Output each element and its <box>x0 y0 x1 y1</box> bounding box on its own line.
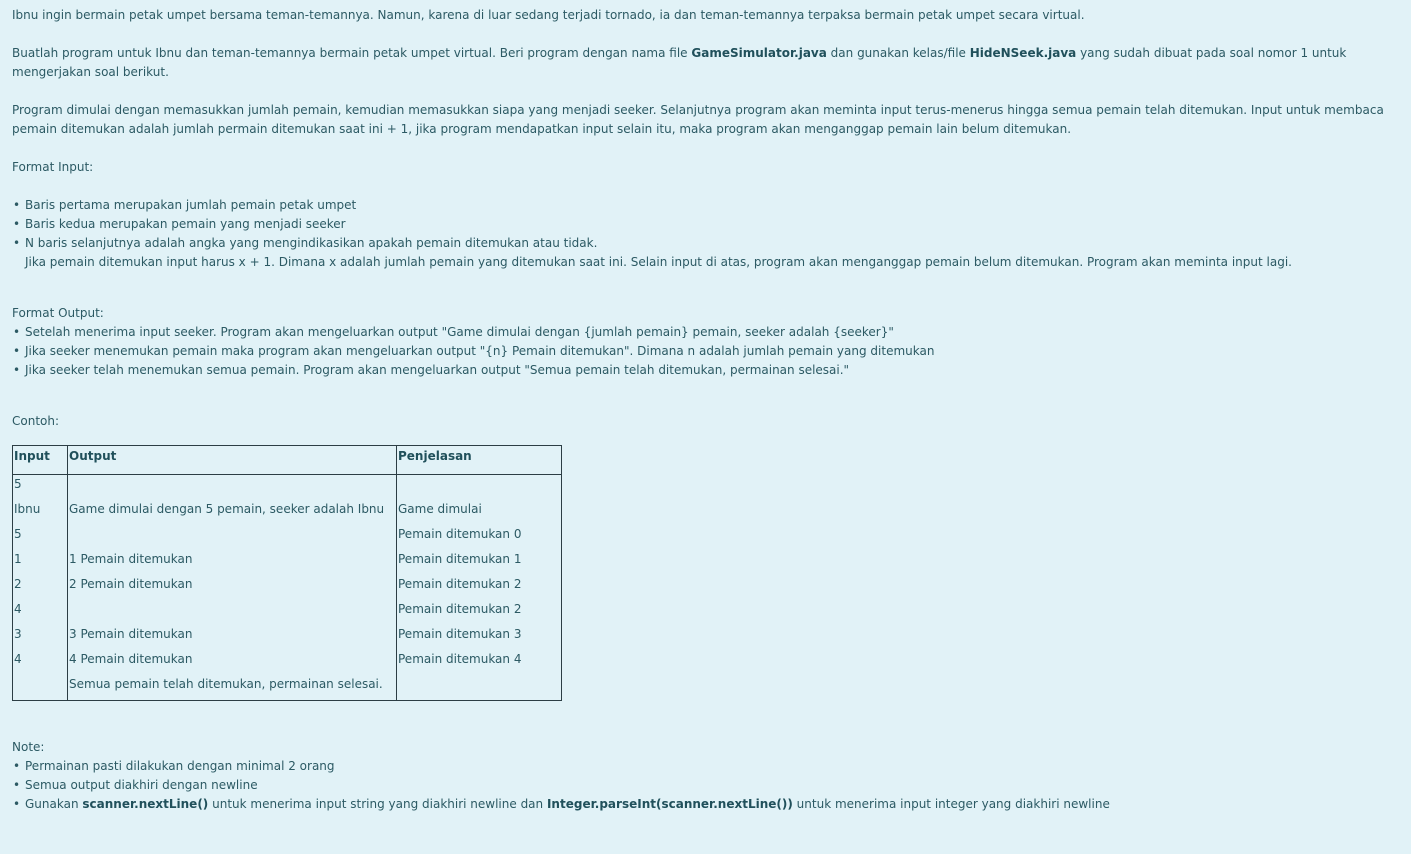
format-output-item: Jika seeker menemukan pemain maka progra… <box>12 342 1399 361</box>
input-line <box>14 675 66 700</box>
explanation-line <box>398 475 560 500</box>
format-output-item: Setelah menerima input seeker. Program a… <box>12 323 1399 342</box>
input-cell: 5 Ibnu 5 1 2 4 3 4 <box>12 474 68 701</box>
column-header-explanation: Penjelasan <box>396 445 562 475</box>
output-line: 4 Pemain ditemukan <box>69 652 193 666</box>
format-input-item: Baris pertama merupakan jumlah pemain pe… <box>12 196 1399 215</box>
table-header-row: Input Output Penjelasan <box>12 445 562 475</box>
intro-paragraph-2: Buatlah program untuk Ibnu dan teman-tem… <box>12 44 1399 82</box>
explanation-line: Pemain ditemukan 0 <box>398 527 522 541</box>
input-line: 3 <box>14 627 22 641</box>
code-parseint: Integer.parseInt(scanner.nextLine()) <box>546 797 793 811</box>
note-heading: Note: <box>12 740 45 754</box>
output-line: Semua pemain telah ditemukan, permainan … <box>69 677 383 691</box>
column-header-output: Output <box>67 445 397 475</box>
note-item3-pre: Gunakan <box>25 797 83 811</box>
format-output-item: Jika seeker telah menemukan semua pemain… <box>12 361 1399 380</box>
explanation-line <box>398 675 560 700</box>
explanation-line: Game dimulai <box>398 502 482 516</box>
explanation-line: Pemain ditemukan 2 <box>398 602 522 616</box>
format-input-item: N baris selanjutnya adalah angka yang me… <box>12 234 1399 253</box>
explanation-line: Pemain ditemukan 3 <box>398 627 522 641</box>
note-item3-post: untuk menerima input integer yang diakhi… <box>792 797 1110 811</box>
column-header-input: Input <box>12 445 68 475</box>
filename-gamesimulator: GameSimulator.java <box>691 46 827 60</box>
format-output-list: Setelah menerima input seeker. Program a… <box>12 323 1399 380</box>
explanation-line: Pemain ditemukan 1 <box>398 552 522 566</box>
input-line: Ibnu <box>14 502 41 516</box>
intro-paragraph-3: Program dimulai dengan memasukkan jumlah… <box>12 103 1384 136</box>
input-line: 4 <box>14 602 22 616</box>
intro-p2-mid: dan gunakan kelas/file <box>826 46 970 60</box>
format-input-heading: Format Input: <box>12 160 94 174</box>
input-line: 1 <box>14 552 22 566</box>
input-line: 2 <box>14 577 22 591</box>
output-line: 2 Pemain ditemukan <box>69 577 193 591</box>
note-item: Gunakan scanner.nextLine() untuk menerim… <box>12 795 1399 814</box>
note-list: Permainan pasti dilakukan dengan minimal… <box>12 757 1399 814</box>
output-line: 1 Pemain ditemukan <box>69 552 193 566</box>
format-input-continuation: Jika pemain ditemukan input harus x + 1.… <box>25 255 1292 269</box>
table-row: 5 Ibnu 5 1 2 4 3 4 Game dimulai dengan 5… <box>12 474 562 701</box>
intro-paragraph-1: Ibnu ingin bermain petak umpet bersama t… <box>12 8 1085 22</box>
output-cell: Game dimulai dengan 5 pemain, seeker ada… <box>67 474 397 701</box>
output-line: Game dimulai dengan 5 pemain, seeker ada… <box>69 502 385 516</box>
format-output-heading: Format Output: <box>12 306 104 320</box>
explanation-cell: Game dimulai Pemain ditemukan 0 Pemain d… <box>396 474 562 701</box>
example-table: Input Output Penjelasan 5 Ibnu 5 1 2 4 3… <box>12 445 562 701</box>
code-nextline: scanner.nextLine() <box>82 797 209 811</box>
note-item3-mid: untuk menerima input string yang diakhir… <box>208 797 547 811</box>
explanation-line: Pemain ditemukan 4 <box>398 652 522 666</box>
note-item: Semua output diakhiri dengan newline <box>12 776 1399 795</box>
format-input-list: Baris pertama merupakan jumlah pemain pe… <box>12 196 1399 253</box>
example-heading: Contoh: <box>12 414 60 428</box>
note-item: Permainan pasti dilakukan dengan minimal… <box>12 757 1399 776</box>
input-line: 5 <box>14 527 22 541</box>
input-line: 5 <box>14 477 22 491</box>
input-line: 4 <box>14 652 22 666</box>
output-line: 3 Pemain ditemukan <box>69 627 193 641</box>
explanation-line: Pemain ditemukan 2 <box>398 577 522 591</box>
filename-hidenseek: HideNSeek.java <box>969 46 1077 60</box>
problem-statement: Ibnu ingin bermain petak umpet bersama t… <box>0 0 1411 814</box>
intro-p2-before: Buatlah program untuk Ibnu dan teman-tem… <box>12 46 692 60</box>
format-input-item: Baris kedua merupakan pemain yang menjad… <box>12 215 1399 234</box>
